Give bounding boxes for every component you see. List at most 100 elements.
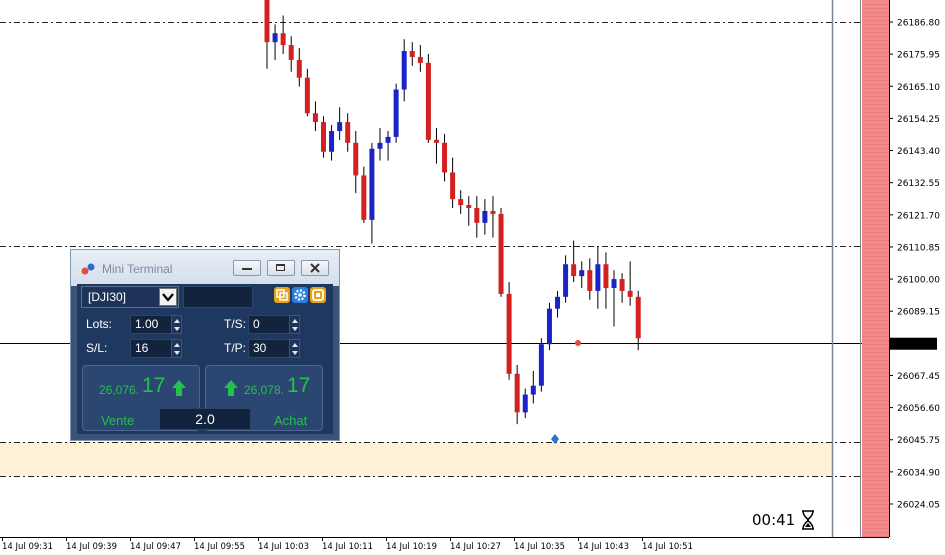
- price-label: 26045.75: [897, 436, 940, 446]
- buy-price-pips: 17: [287, 374, 311, 397]
- candle-body: [595, 264, 601, 291]
- maximize-button[interactable]: [267, 260, 295, 276]
- price-label: 26056.60: [897, 404, 940, 414]
- candle-body: [345, 122, 351, 143]
- candle-body: [288, 45, 294, 60]
- settings-button[interactable]: [292, 287, 308, 303]
- close-button[interactable]: [301, 260, 329, 276]
- candle-body: [296, 59, 302, 78]
- tp-label: T/P:: [224, 341, 247, 355]
- price-label: 26175.95: [897, 51, 940, 61]
- time-label: 14 Jul 09:55: [194, 542, 245, 552]
- price-label: 26121.70: [897, 211, 940, 221]
- candle-body: [603, 264, 609, 288]
- candle-body: [272, 33, 278, 43]
- candle-body: [482, 210, 488, 223]
- candle-body: [280, 33, 286, 46]
- arrow-up-icon: [172, 380, 186, 396]
- buy-price-main: 26,078.: [244, 383, 285, 397]
- price-label: 26100.00: [897, 276, 940, 286]
- price-label: 26154.25: [897, 115, 940, 125]
- ts-stepper[interactable]: [289, 315, 300, 334]
- expand-icon: [312, 289, 324, 301]
- ts-label: T/S:: [224, 317, 247, 331]
- candle-body: [417, 56, 423, 63]
- price-label: 26165.10: [897, 83, 940, 93]
- lots-input[interactable]: 1.00: [130, 315, 172, 334]
- sl-stepper[interactable]: [171, 339, 182, 358]
- info-field: [183, 286, 253, 308]
- time-label: 14 Jul 10:27: [450, 542, 501, 552]
- sl-input[interactable]: 16: [130, 339, 172, 358]
- candle-body: [361, 175, 367, 220]
- candle-body: [264, 0, 270, 43]
- tp-input[interactable]: 30: [248, 339, 290, 358]
- price-label: 26132.55: [897, 179, 940, 189]
- candle-body: [312, 113, 318, 123]
- candle-body: [442, 142, 448, 173]
- candle-body: [377, 142, 383, 149]
- symbol-dropdown-button[interactable]: [159, 288, 177, 306]
- price-label: 26143.40: [897, 147, 940, 157]
- candle-body: [627, 290, 633, 297]
- candle-body: [555, 296, 561, 309]
- sell-label: Vente: [101, 413, 135, 428]
- ts-input[interactable]: 0: [248, 315, 290, 334]
- price-label: 26186.80: [897, 19, 940, 29]
- candle-body: [369, 148, 375, 220]
- candle-body: [466, 205, 472, 208]
- price-label: 26034.90: [897, 468, 940, 478]
- price-label: 26089.15: [897, 308, 940, 318]
- window-title: Mini Terminal: [102, 262, 173, 276]
- chevron-down-icon: [162, 293, 174, 302]
- close-icon: [310, 263, 320, 273]
- price-marker: [575, 340, 581, 346]
- candle-body: [563, 264, 569, 297]
- candle-body: [498, 213, 504, 294]
- candle-body: [514, 373, 520, 413]
- time-label: 14 Jul 09:31: [2, 542, 53, 552]
- candle-body: [490, 210, 496, 214]
- tp-stepper[interactable]: [289, 339, 300, 358]
- copy-icon: [276, 289, 288, 301]
- copy-button[interactable]: [274, 287, 290, 303]
- candle-body: [530, 385, 536, 395]
- current-price-label: 26078.17: [895, 340, 938, 350]
- sell-price-main: 26,076.: [99, 383, 140, 397]
- candle-body: [425, 62, 431, 140]
- time-label: 14 Jul 10:43: [578, 542, 629, 552]
- support-zone: [0, 442, 832, 476]
- lots-stepper[interactable]: [171, 315, 182, 334]
- candle-body: [546, 308, 552, 345]
- candle-body: [304, 77, 310, 114]
- volume-input[interactable]: 2.0: [159, 408, 251, 430]
- mini-terminal-titlebar[interactable]: Mini Terminal: [71, 250, 339, 286]
- candle-body: [579, 270, 585, 277]
- time-label: 14 Jul 09:39: [66, 542, 117, 552]
- candle-body: [611, 279, 617, 288]
- buy-label: Achat: [274, 413, 308, 428]
- candle-body: [385, 136, 391, 143]
- expand-button[interactable]: [310, 287, 326, 303]
- price-label: 26067.45: [897, 372, 940, 382]
- candle-body: [458, 199, 464, 206]
- candle-body: [409, 51, 415, 57]
- minimize-button[interactable]: [233, 260, 261, 276]
- candle-body: [506, 293, 512, 374]
- lots-label: Lots:: [86, 317, 113, 331]
- candle-body: [522, 394, 528, 413]
- candle-body: [450, 172, 456, 200]
- gear-icon: [294, 289, 306, 301]
- candle-body: [337, 122, 343, 131]
- candle-body: [393, 89, 399, 137]
- time-label: 14 Jul 10:51: [642, 542, 693, 552]
- symbol-value: [DJI30]: [88, 290, 127, 304]
- price-label: 26110.85: [897, 243, 940, 253]
- candle-body: [619, 279, 625, 291]
- symbol-select[interactable]: [DJI30]: [81, 286, 179, 308]
- maximize-icon: [276, 264, 285, 271]
- sell-price-pips: 17: [142, 374, 166, 397]
- candle-body: [353, 142, 359, 176]
- candle-body: [433, 139, 439, 143]
- price-label: 26024.05: [897, 501, 940, 511]
